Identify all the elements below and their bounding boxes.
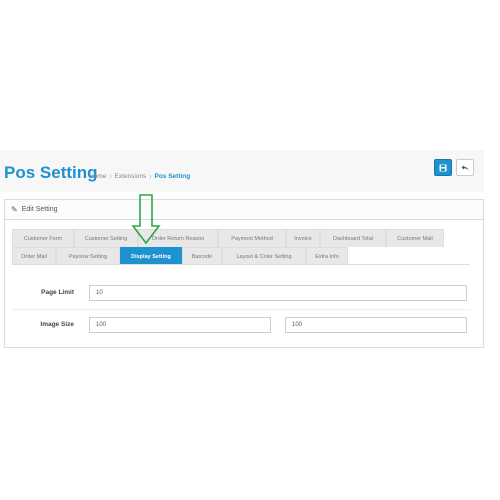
- tab-invoice[interactable]: Invoice: [286, 229, 320, 247]
- breadcrumb-home-link[interactable]: Home: [89, 173, 106, 180]
- breadcrumb-separator: ›: [149, 173, 152, 180]
- image-height-input[interactable]: 100: [285, 317, 467, 333]
- image-size-label: Image Size: [40, 321, 74, 328]
- tab-display-setting[interactable]: Display Setting: [120, 247, 182, 265]
- back-button[interactable]: [456, 159, 474, 176]
- panel-heading-label: Edit Setting: [21, 206, 58, 213]
- reply-icon: [461, 165, 469, 170]
- tab-layout-color-setting[interactable]: Layout & Color Setting: [222, 247, 306, 265]
- save-button[interactable]: [434, 159, 452, 176]
- tab-paynow-setting[interactable]: Paynow Setting: [56, 247, 120, 265]
- page-limit-input[interactable]: 10: [89, 285, 467, 301]
- tab-order-return-reason[interactable]: Order Return Reason: [138, 229, 218, 247]
- tab-customer-mail[interactable]: Customer Mail: [386, 229, 444, 247]
- tab-extra-info[interactable]: Extra Info: [306, 247, 348, 265]
- floppy-disk-icon: [439, 164, 447, 171]
- tab-payment-method[interactable]: Payment Method: [218, 229, 286, 247]
- breadcrumb: Home › Extensions › Pos Setting: [89, 173, 190, 180]
- tab-dashboard-total[interactable]: Dashboard Total: [320, 229, 386, 247]
- tab-barcode[interactable]: Barcode: [182, 247, 222, 265]
- page-title: Pos Setting: [4, 163, 98, 182]
- image-width-input[interactable]: 100: [89, 317, 271, 333]
- page-limit-label: Page Limit: [41, 289, 74, 296]
- tabs-divider: [12, 264, 470, 265]
- pencil-icon: ✎: [11, 205, 18, 214]
- tab-customer-form[interactable]: Customer Form: [12, 229, 74, 247]
- breadcrumb-extensions-link[interactable]: Extensions: [115, 173, 147, 180]
- breadcrumb-current[interactable]: Pos Setting: [154, 173, 190, 180]
- form-row-divider: [12, 309, 470, 310]
- tab-order-mail[interactable]: Order Mail: [12, 247, 56, 265]
- breadcrumb-separator: ›: [109, 173, 112, 180]
- tab-customer-setting[interactable]: Customer Setting: [74, 229, 138, 247]
- panel-heading: ✎ Edit Setting: [5, 200, 483, 220]
